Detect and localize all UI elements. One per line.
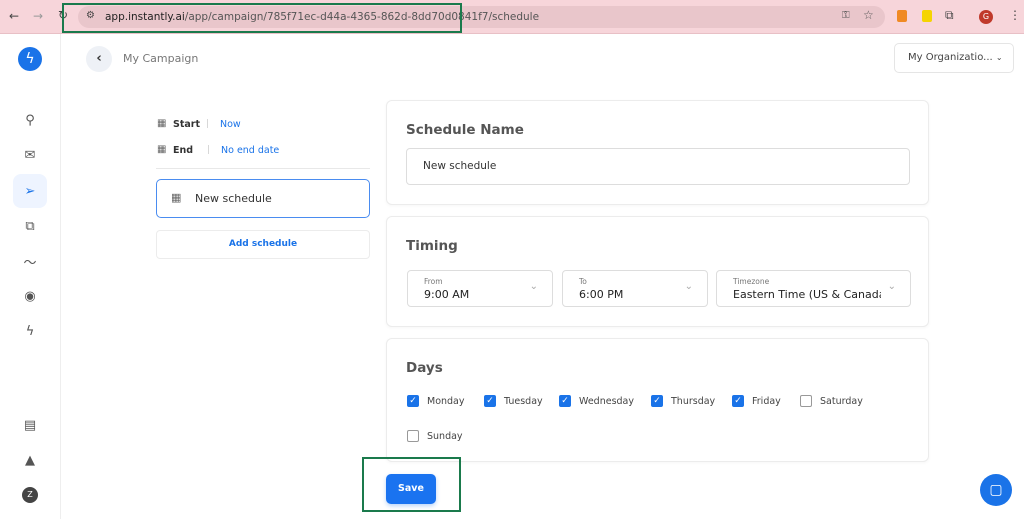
day-checkbox-tuesday[interactable]: ✓ Tuesday (484, 395, 543, 407)
checkbox-checked[interactable]: ✓ (484, 395, 496, 407)
star-icon[interactable]: ☆ (863, 8, 874, 22)
checkbox-checked[interactable]: ✓ (407, 395, 419, 407)
divider: | (207, 145, 211, 155)
logo-icon[interactable]: ϟ (18, 47, 42, 71)
day-label: Monday (427, 395, 465, 407)
sidebar: ϟ ⚲ ✉ ➢ ⧉ 〜 ◉ ϟ ▤ ▲ Z (0, 34, 61, 519)
day-checkbox-wednesday[interactable]: ✓ Wednesday (559, 395, 634, 407)
puzzle-icon[interactable]: ⧉ (945, 8, 954, 23)
add-schedule-button[interactable]: Add schedule (156, 230, 370, 259)
extension-icon[interactable] (897, 10, 907, 22)
org-dropdown[interactable]: My Organizatio... ⌄ (894, 43, 1014, 73)
forward-icon[interactable]: → (33, 9, 43, 23)
user-circle-icon[interactable]: ◉ (20, 286, 40, 306)
from-value: 9:00 AM (424, 288, 470, 301)
to-value: 6:00 PM (579, 288, 624, 301)
from-label: From (424, 277, 443, 286)
org-label: My Organizatio... (908, 52, 993, 63)
timezone-label: Timezone (733, 277, 770, 286)
card-title: Schedule Name (406, 122, 524, 138)
back-icon[interactable]: ← (9, 9, 19, 23)
day-label: Saturday (820, 395, 863, 407)
bolt-icon[interactable]: ϟ (20, 321, 40, 341)
annotation-box (362, 457, 461, 512)
checkbox-unchecked[interactable] (800, 395, 812, 407)
chat-support-button[interactable]: ▢ (980, 474, 1012, 506)
schedule-name-input[interactable]: New schedule (406, 148, 910, 185)
menu-icon[interactable]: ⋮ (1009, 8, 1021, 22)
day-label: Friday (752, 395, 781, 407)
timing-card: Timing From 9:00 AM ⌄ To 6:00 PM ⌄ Timez… (386, 216, 929, 327)
analytics-icon[interactable]: 〜 (20, 251, 40, 271)
day-label: Sunday (427, 430, 463, 442)
day-checkbox-monday[interactable]: ✓ Monday (407, 395, 465, 407)
rocket-icon[interactable]: ▲ (20, 450, 40, 470)
end-date-link[interactable]: No end date (221, 145, 279, 156)
mail-icon[interactable]: ✉ (20, 145, 40, 165)
day-checkbox-friday[interactable]: ✓ Friday (732, 395, 781, 407)
checkbox-unchecked[interactable] (407, 430, 419, 442)
timezone-select[interactable]: Timezone Eastern Time (US & Canada) ( ⌄ (716, 270, 911, 307)
start-label: Start (173, 119, 201, 130)
schedule-name-card: Schedule Name New schedule (386, 100, 929, 205)
chevron-down-icon: ⌄ (995, 53, 1003, 62)
schedule-item-label: New schedule (195, 192, 272, 205)
chat-icon[interactable]: ▤ (20, 415, 40, 435)
schedule-item[interactable]: ▦ New schedule (156, 179, 370, 218)
calendar-icon: ▦ (157, 118, 167, 129)
schedule-name-value: New schedule (423, 160, 497, 172)
checkbox-checked[interactable]: ✓ (559, 395, 571, 407)
add-schedule-label: Add schedule (228, 239, 298, 249)
checkbox-checked[interactable]: ✓ (651, 395, 663, 407)
card-title: Days (406, 360, 443, 376)
start-date-link[interactable]: Now (220, 119, 241, 130)
to-label: To (579, 277, 587, 286)
day-checkbox-saturday[interactable]: Saturday (800, 395, 863, 407)
chevron-down-icon: ⌄ (529, 281, 538, 292)
day-checkbox-thursday[interactable]: ✓ Thursday (651, 395, 715, 407)
day-label: Thursday (671, 395, 716, 407)
avatar[interactable]: Z (22, 487, 38, 503)
divider (156, 168, 370, 169)
main: ‹ My Campaign My Organizatio... ⌄ ▦ Star… (61, 34, 1024, 519)
divider: | (206, 119, 210, 129)
to-select[interactable]: To 6:00 PM ⌄ (562, 270, 708, 307)
extension-icon[interactable] (922, 10, 932, 22)
profile-avatar[interactable]: G (979, 10, 993, 24)
day-label: Tuesday (504, 395, 543, 407)
from-select[interactable]: From 9:00 AM ⌄ (407, 270, 553, 307)
end-label: End (173, 145, 194, 156)
timezone-value: Eastern Time (US & Canada) ( (733, 288, 881, 301)
search-icon[interactable]: ⚲ (20, 110, 40, 130)
key-icon[interactable]: ⚿ (842, 10, 850, 21)
day-checkbox-sunday[interactable]: Sunday (407, 430, 463, 442)
chevron-down-icon: ⌄ (684, 281, 693, 292)
copy-icon[interactable]: ⧉ (20, 216, 40, 236)
send-icon[interactable]: ➢ (20, 181, 40, 201)
annotation-box (62, 3, 462, 33)
page-title: My Campaign (123, 52, 199, 65)
day-label: Wednesday (579, 395, 635, 407)
back-button[interactable]: ‹ (86, 46, 112, 72)
card-title: Timing (406, 238, 458, 254)
checkbox-checked[interactable]: ✓ (732, 395, 744, 407)
chevron-down-icon: ⌄ (887, 281, 896, 292)
days-card: Days ✓ Monday ✓ Tuesday ✓ Wednesday ✓ Thursday ✓… (386, 338, 929, 462)
calendar-icon: ▦ (157, 144, 167, 155)
calendar-icon: ▦ (171, 191, 182, 204)
